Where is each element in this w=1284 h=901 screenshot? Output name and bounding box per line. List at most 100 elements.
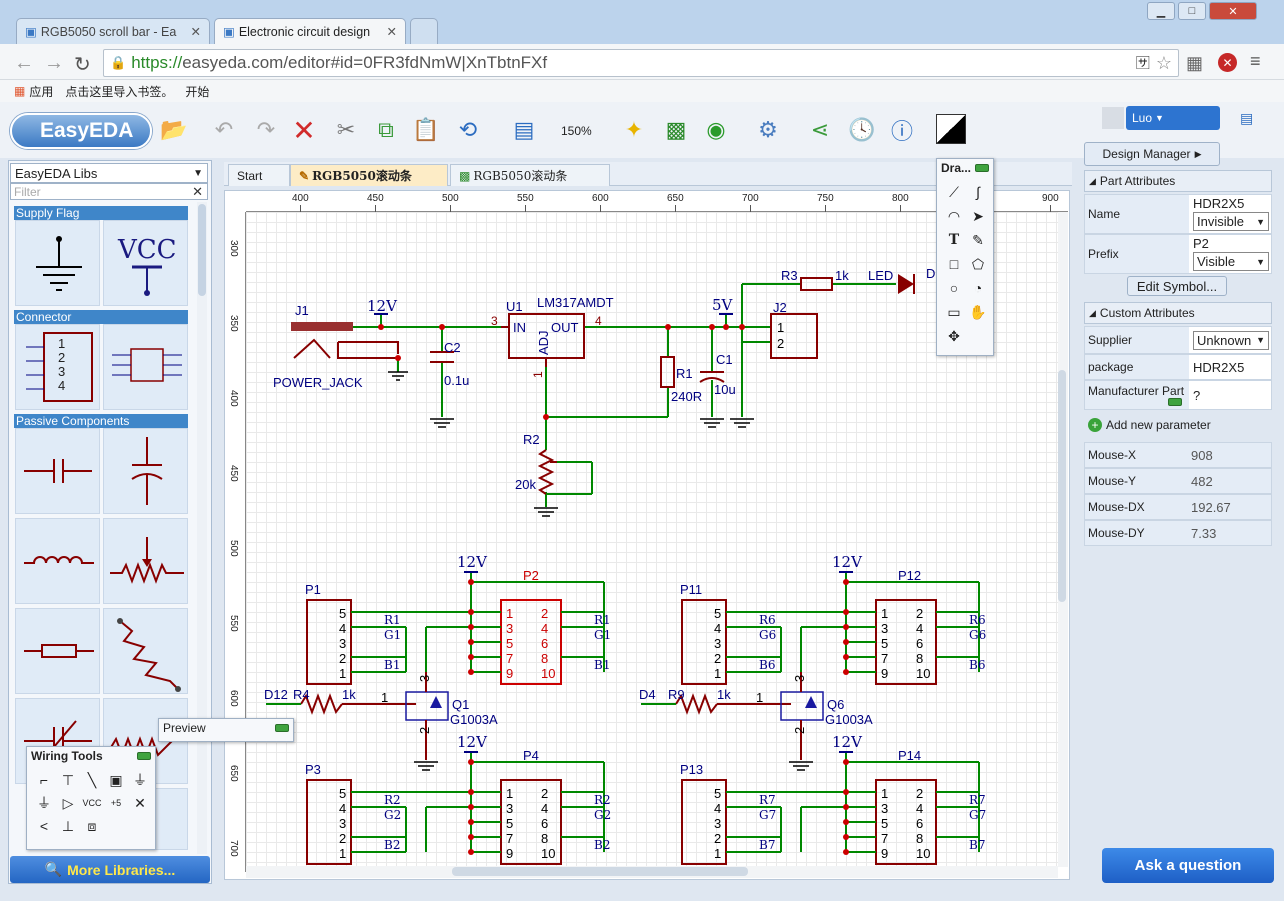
panel-toggle-icon[interactable] <box>137 752 151 760</box>
bookmark-import[interactable]: 点击这里导入书签。 <box>65 83 173 100</box>
led-diode[interactable]: LED D <box>868 266 935 294</box>
package-value[interactable]: HDR2X5 <box>1193 360 1271 375</box>
edit-symbol-button[interactable]: Edit Symbol... <box>1127 276 1227 296</box>
tab-pcb[interactable]: ▩ RGB5050滚动条 <box>450 164 610 186</box>
more-libraries-button[interactable]: 🔍 More Libraries... <box>10 856 210 883</box>
mosfet-stage[interactable]: D12 R4 1k Q1G1003A 1 3 2 <box>264 672 498 771</box>
library-scroll-thumb[interactable] <box>198 204 206 296</box>
left-header[interactable]: P1 54321 <box>305 582 352 685</box>
right-header[interactable]: P12 13579 246810 <box>875 568 937 685</box>
net-label-icon[interactable]: ▣ <box>105 769 127 791</box>
add-parameter-link[interactable]: + Add new parameter <box>1088 418 1211 432</box>
user-menu[interactable]: Luo ▼ <box>1126 106 1220 130</box>
zoom-level[interactable]: 150% <box>561 124 592 138</box>
manufacturer-toggle-icon[interactable] <box>1168 398 1182 406</box>
canvas-horizontal-scroll-thumb[interactable] <box>452 867 748 876</box>
move-icon[interactable]: ✥ <box>943 325 965 347</box>
arc-icon[interactable]: ◠ <box>943 205 965 227</box>
image-icon[interactable]: ▭ <box>943 301 965 323</box>
clear-filter-icon[interactable]: ✕ <box>192 184 203 200</box>
arrowhead-icon[interactable]: ➤ <box>967 205 989 227</box>
lib-header-2x3[interactable] <box>103 324 188 410</box>
library-select[interactable]: EasyEDA Libs ▼ <box>10 163 208 183</box>
new-tab-button[interactable] <box>410 18 438 44</box>
left-header[interactable]: P13 54321 <box>680 762 727 865</box>
easyeda-logo[interactable]: EasyEDA <box>10 113 152 149</box>
section-connector[interactable]: Connector <box>14 310 188 324</box>
pan-hand-icon[interactable]: ✋ <box>967 301 989 323</box>
tab-schematic[interactable]: ✎ RGB5050滚动条 <box>290 164 448 186</box>
avatar[interactable] <box>1102 107 1124 129</box>
vcc-12v-top[interactable]: 12V <box>367 297 398 315</box>
bus-entry-icon[interactable]: ╲ <box>81 769 103 791</box>
name-value[interactable]: HDR2X5 <box>1193 196 1271 211</box>
panel-toggle-icon[interactable] <box>975 164 989 172</box>
no-connect-icon[interactable]: ✕ <box>129 792 151 814</box>
extensions-icon[interactable]: ▦ <box>1186 53 1203 74</box>
prefix-value[interactable]: P2 <box>1193 236 1271 251</box>
name-visibility-select[interactable]: Invisible <box>1193 212 1269 231</box>
vcc-tool-icon[interactable]: VCC <box>81 792 103 814</box>
menu-icon[interactable]: ≡ <box>1250 51 1261 72</box>
left-header[interactable]: P11 54321 <box>680 582 727 685</box>
panel-toggle-icon[interactable] <box>275 724 289 732</box>
share-icon[interactable]: ⋖ <box>804 114 836 146</box>
browser-tab-editor[interactable]: ▣ Electronic circuit design ✕ <box>214 18 406 44</box>
address-bar[interactable]: 🔒 https:// easyeda.com/editor#id=0FR3fdN… <box>103 49 1179 77</box>
adblock-icon[interactable]: ✕ <box>1218 53 1237 72</box>
lib-potentiometer[interactable] <box>103 518 188 604</box>
magic-wand-icon[interactable]: ✦ <box>618 114 650 146</box>
design-manager-button[interactable]: Design Manager ▶ <box>1084 142 1220 166</box>
right-header[interactable]: P2 13579 246810 <box>500 568 562 685</box>
text-icon[interactable]: T <box>943 229 965 251</box>
theme-toggle-icon[interactable] <box>936 114 966 144</box>
c2-capacitor[interactable]: C2 0.1u <box>430 340 469 388</box>
history-icon[interactable]: 🕓 <box>846 114 878 146</box>
bezier-icon[interactable]: ∫ <box>967 181 989 203</box>
delete-icon[interactable]: ✕ <box>288 114 320 146</box>
run-icon[interactable]: ◉ <box>700 114 732 146</box>
manufacturer-value[interactable]: ? <box>1193 388 1271 403</box>
right-header[interactable]: P4 13579 246810 <box>500 748 562 865</box>
ask-question-button[interactable]: Ask a question <box>1102 848 1274 883</box>
u1-regulator[interactable]: U1 LM317AMDT IN OUT ADJ 3 4 1 <box>491 295 614 378</box>
section-passive[interactable]: Passive Components <box>14 414 188 428</box>
j1-connector[interactable]: J1 POWER_JACK <box>273 303 399 390</box>
pie-icon[interactable]: ◔ <box>967 277 989 299</box>
lib-inductor[interactable] <box>15 518 100 604</box>
pcb-icon[interactable]: ▩ <box>660 114 692 146</box>
custom-attributes-section[interactable]: ◢ Custom Attributes <box>1084 302 1272 324</box>
lib-vcc[interactable]: VCC <box>103 220 188 306</box>
lib-resistor[interactable] <box>15 608 100 694</box>
part-attributes-section[interactable]: ◢ Part Attributes <box>1084 170 1272 192</box>
browser-tab-scrollbar[interactable]: ▣ RGB5050 scroll bar - Ea ✕ <box>16 18 210 44</box>
star-icon[interactable]: ☆ <box>1156 53 1172 74</box>
rectangle-icon[interactable]: □ <box>943 253 965 275</box>
prefix-visibility-select[interactable]: Visible <box>1193 252 1269 271</box>
close-tab-icon[interactable]: ✕ <box>185 24 201 39</box>
supplier-select[interactable]: Unknown <box>1193 330 1269 350</box>
translate-icon[interactable]: 🈂 <box>1136 53 1150 73</box>
ground-icon[interactable]: ⏚ <box>129 769 151 791</box>
cut-icon[interactable]: ✂ <box>330 114 362 146</box>
ellipse-icon[interactable]: ○ <box>943 277 965 299</box>
canvas-vertical-scroll-thumb[interactable] <box>1058 370 1066 602</box>
close-window-button[interactable]: ✕ <box>1209 2 1257 20</box>
bus-icon[interactable]: ⊤ <box>57 769 79 791</box>
paste-icon[interactable]: 📋 <box>410 114 442 146</box>
lib-resistor-zigzag[interactable] <box>103 608 188 694</box>
r3-resistor[interactable]: R3 1k <box>781 268 849 291</box>
forward-icon[interactable]: → <box>44 52 64 75</box>
lib-capacitor[interactable] <box>15 428 100 514</box>
vcc-12v[interactable]: 12V <box>457 553 488 573</box>
bookmark-apps[interactable]: 应用 <box>29 83 53 100</box>
vcc-12v[interactable]: 12V <box>832 553 863 573</box>
settings-gear-icon[interactable]: ⚙ <box>752 114 784 146</box>
vcc-12v[interactable]: 12V <box>832 733 863 753</box>
minimize-button[interactable]: ▁ <box>1147 2 1175 20</box>
lib-polarized-capacitor[interactable] <box>103 428 188 514</box>
library-filter[interactable]: Filter ✕ <box>10 183 208 200</box>
freehand-icon[interactable]: ✎ <box>967 229 989 251</box>
copy-icon[interactable]: ⧉ <box>370 114 402 146</box>
section-supply-flag[interactable]: Supply Flag <box>14 206 188 220</box>
